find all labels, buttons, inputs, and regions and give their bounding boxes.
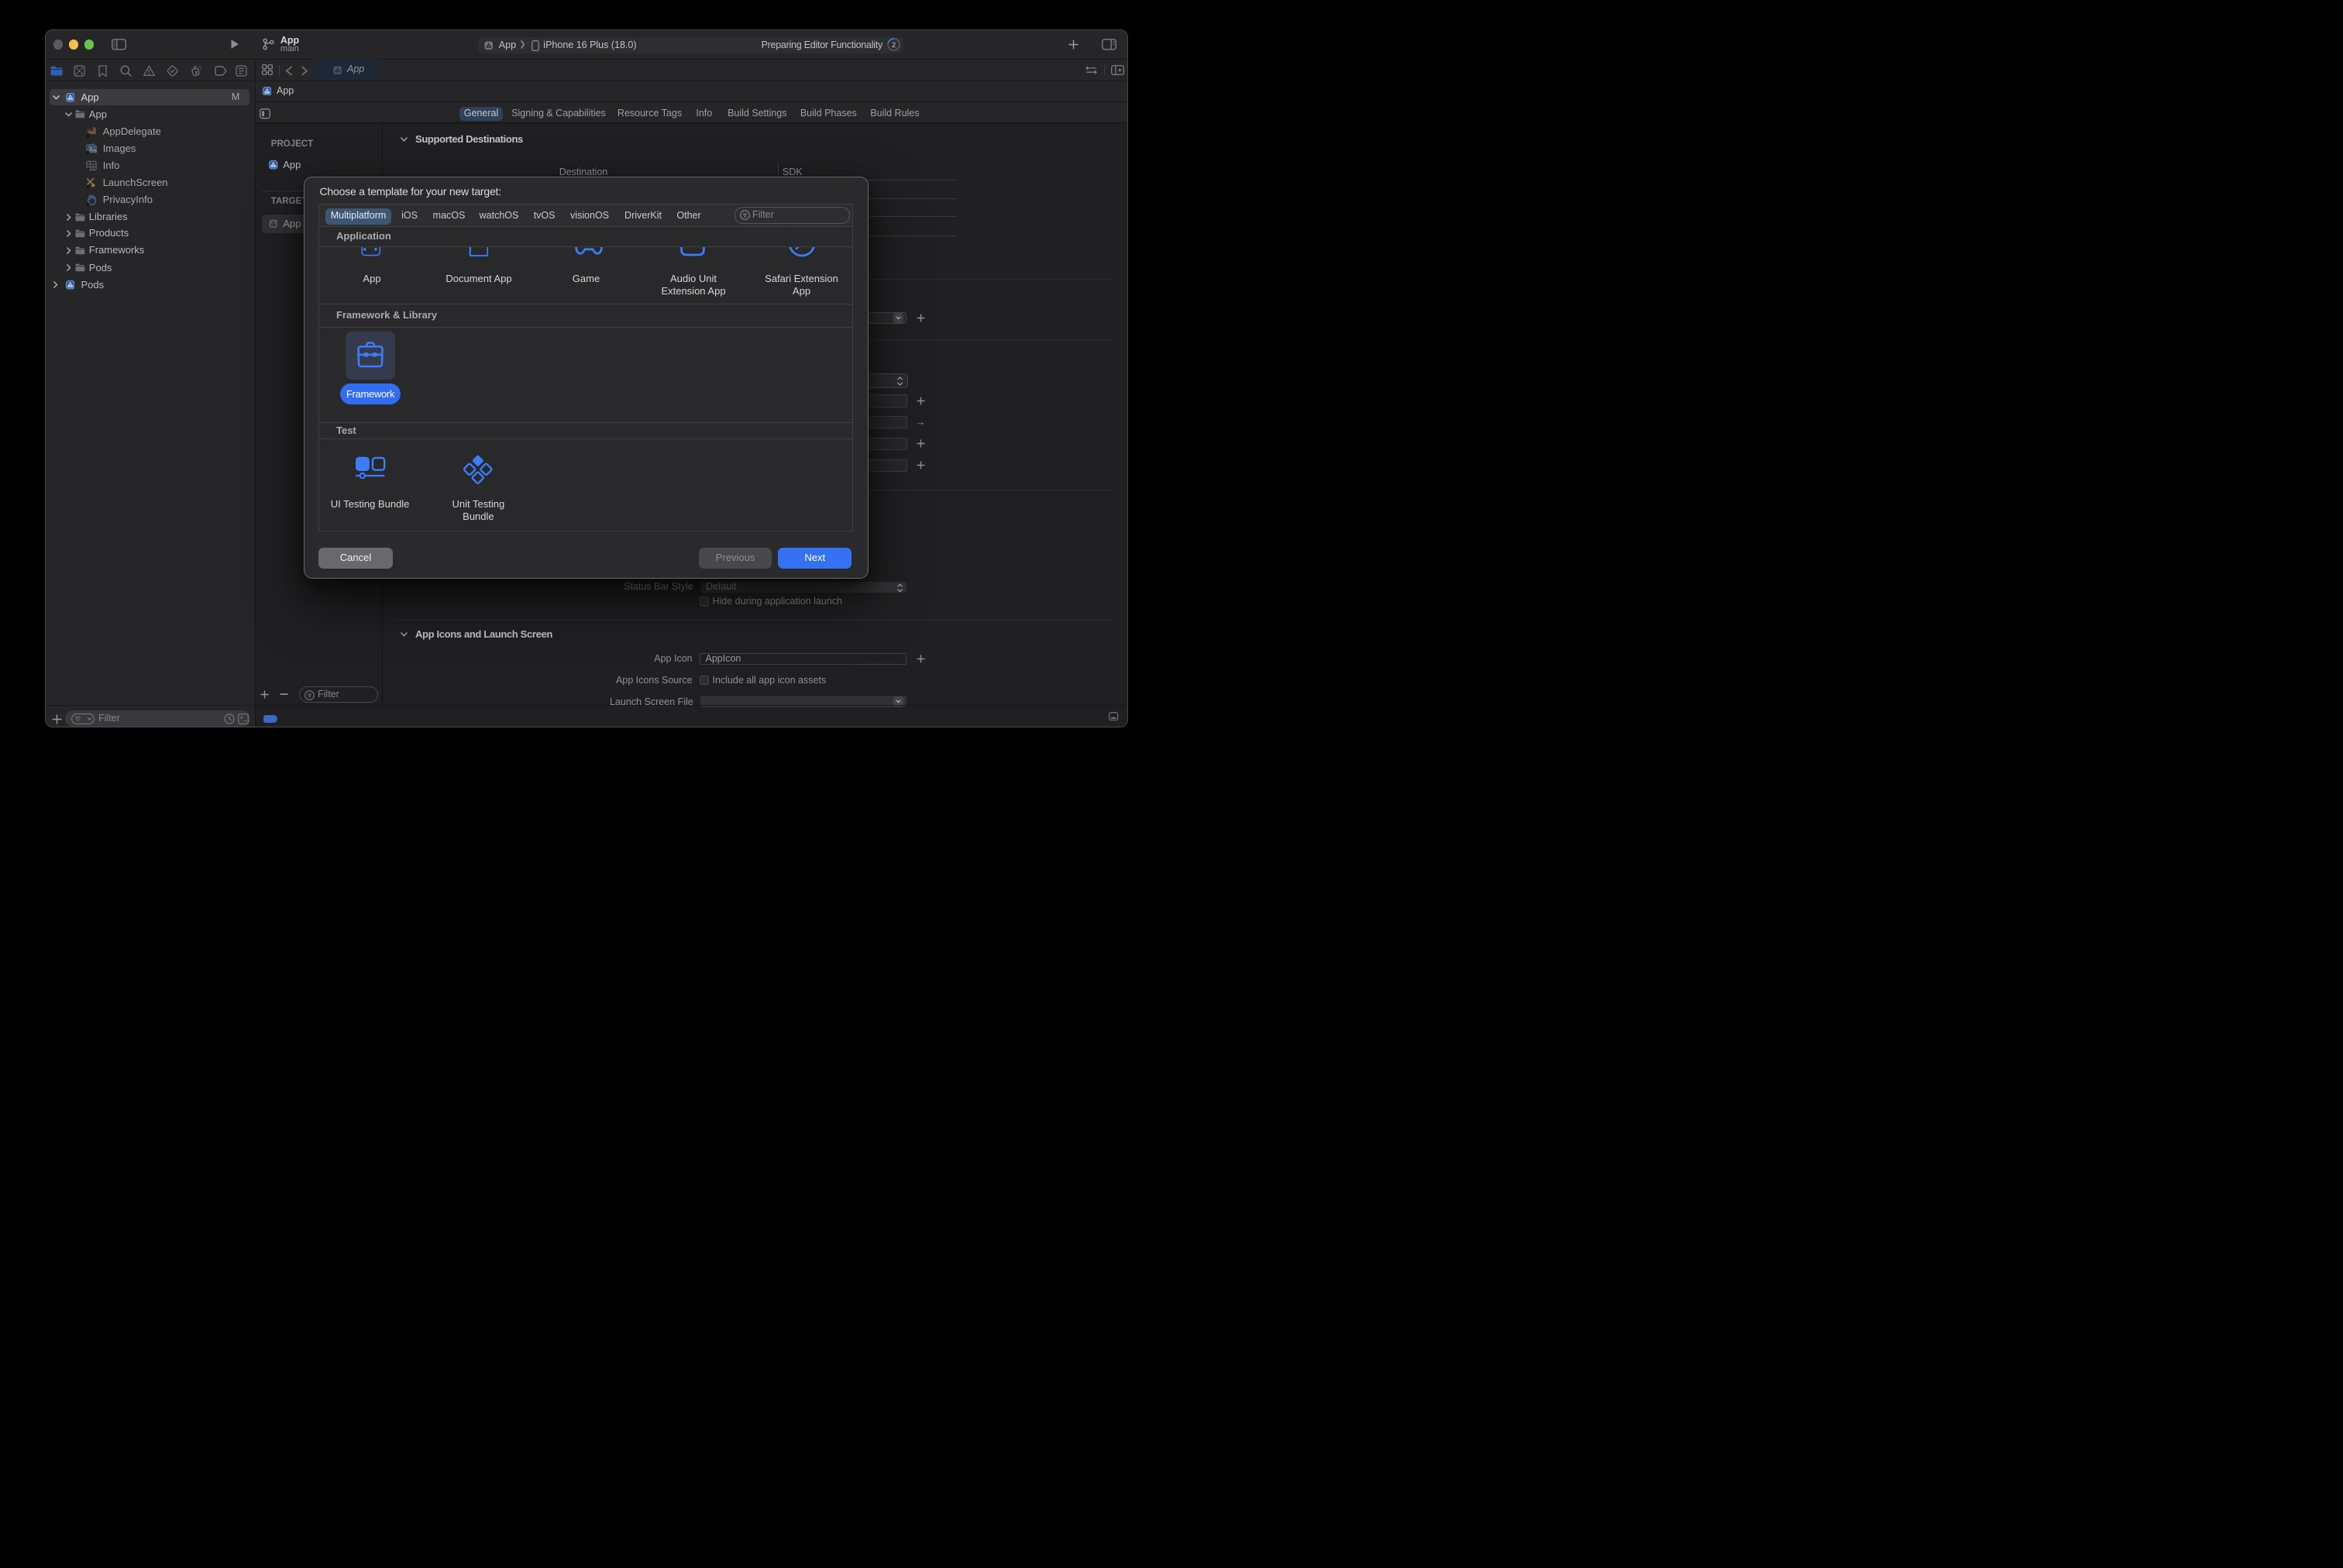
svg-text:2: 2 [891,41,895,50]
